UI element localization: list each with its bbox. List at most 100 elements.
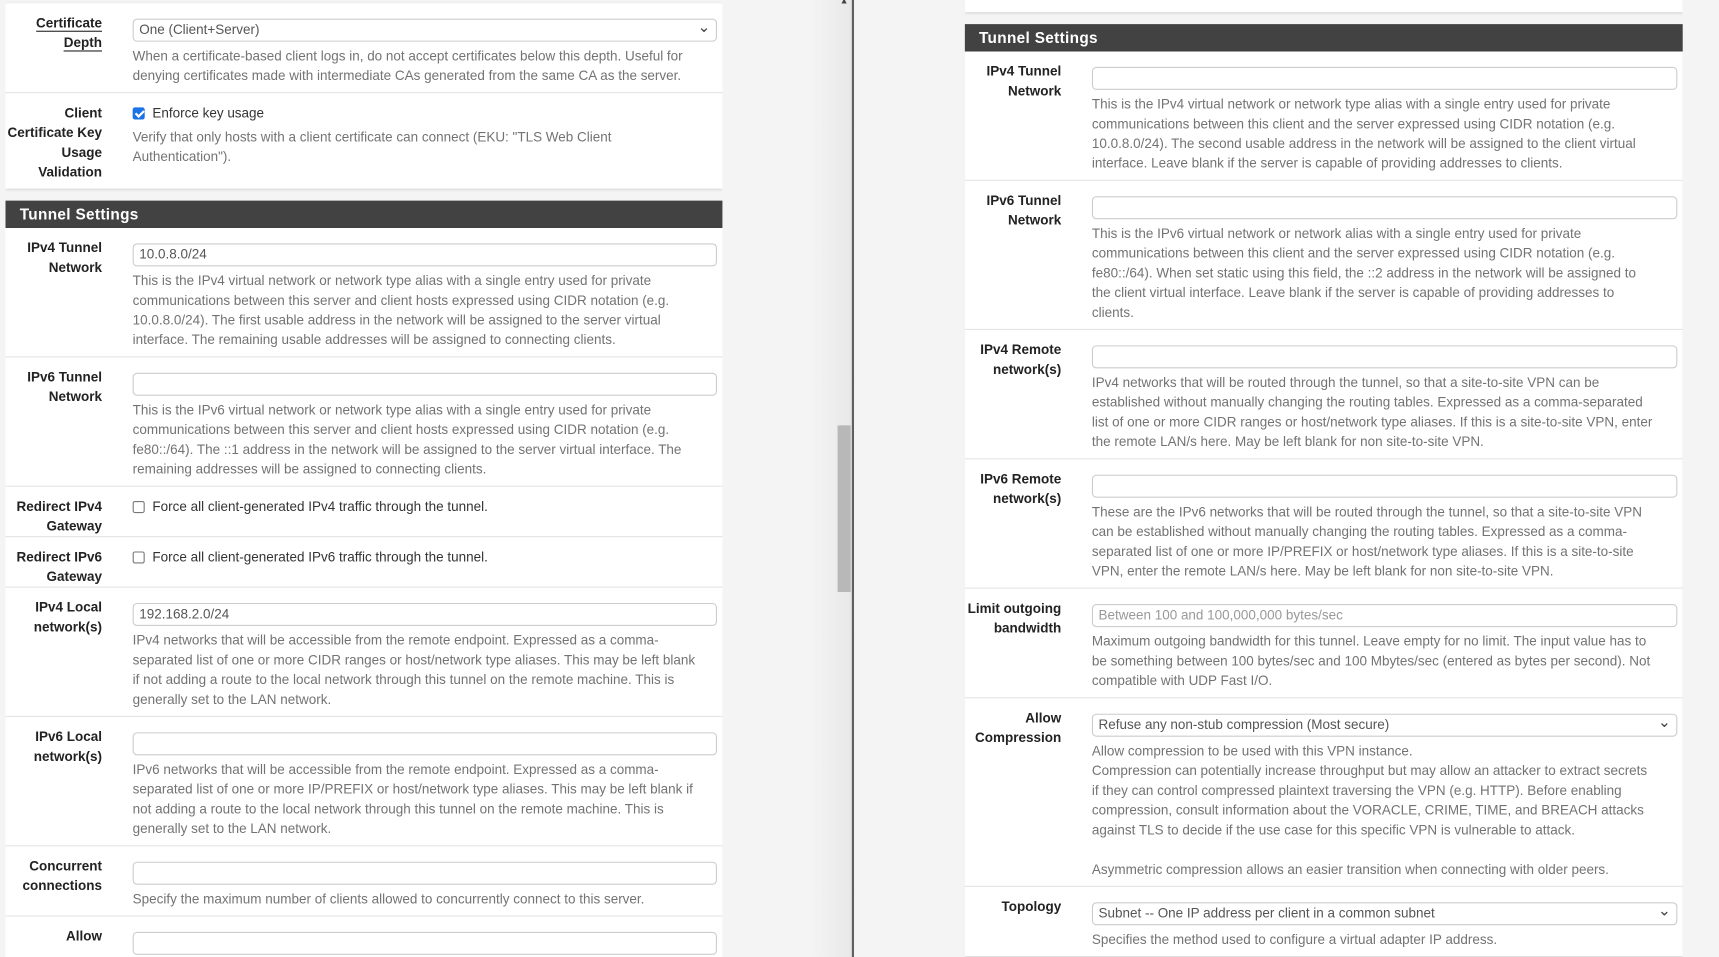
help-text: Verify that only hosts with a client cer… bbox=[133, 127, 717, 166]
concurrent-connections-input[interactable] bbox=[132, 861, 717, 885]
help-line: compatible with UDP Fast I/O. bbox=[1091, 673, 1273, 689]
help-text: When a certificate-based client logs in,… bbox=[133, 46, 717, 85]
field-label[interactable]: Certificate Depth bbox=[5, 13, 102, 85]
label-line: connections bbox=[22, 878, 102, 894]
form-row-certificate-depth: Certificate Depth One (Client+Server) ⌄ When… bbox=[5, 3, 722, 92]
label-line: Usage bbox=[61, 144, 102, 161]
scroll-up-arrow-icon[interactable]: ▲ bbox=[840, 0, 849, 5]
form-row-topology: Topology Subnet -- One IP address per cli… bbox=[964, 885, 1683, 956]
help-line: Asymmetric compression allows an easier … bbox=[1091, 861, 1609, 878]
allow-compression-select[interactable]: Refuse any non-stub compression (Most se… bbox=[1091, 712, 1678, 737]
help-line: Maximum outgoing bandwidth for this tunn… bbox=[1091, 633, 1647, 650]
split-divider[interactable] bbox=[851, 0, 855, 957]
help-line: IPv6 networks that will be accessible fr… bbox=[132, 761, 659, 778]
label-line: Validation bbox=[38, 164, 102, 180]
label-line: Depth bbox=[63, 35, 102, 52]
help-line: 10.0.8.0/24). The first usable address i… bbox=[132, 312, 661, 328]
left-top-panel: Certificate Depth One (Client+Server) ⌄ When… bbox=[5, 3, 723, 189]
client-certificate-key-usage-validation-checkbox[interactable]: Enforce key usage bbox=[132, 103, 717, 123]
help-line: can be established without manually chan… bbox=[1091, 524, 1627, 540]
field-control: 10.0.8.0/24 This is the IPv4 virtual netw… bbox=[132, 243, 717, 350]
field-control: One (Client+Server) ⌄ When a certificate-b… bbox=[132, 18, 717, 86]
help-line: communications between this server and c… bbox=[132, 292, 670, 309]
chevron-down-icon: ⌄ bbox=[1657, 712, 1671, 731]
label-line: IPv6 Remote bbox=[980, 471, 1062, 487]
help-line: Authentication"). bbox=[132, 149, 232, 165]
label-line: IPv6 Tunnel bbox=[986, 192, 1062, 209]
field-control: IPv6 networks that will be accessible fr… bbox=[132, 732, 717, 838]
label-line: network(s) bbox=[33, 619, 102, 635]
help-line: the client virtual interface. Leave blan… bbox=[1091, 285, 1615, 301]
redirect-ipv6-gateway-checkbox[interactable]: Force all client-generated IPv6 traffic … bbox=[132, 547, 717, 567]
label-line: Gateway bbox=[46, 568, 102, 585]
help-text: IPv4 networks that will be accessible fr… bbox=[133, 630, 717, 709]
help-line: Specify the maximum number of clients al… bbox=[132, 891, 645, 907]
limit-outgoing-bandwidth-input[interactable]: Between 100 and 100,000,000 bytes/sec bbox=[1091, 604, 1678, 628]
label-line: IPv4 Tunnel bbox=[986, 63, 1062, 79]
ipv4-tunnel-network-input[interactable]: 10.0.8.0/24 bbox=[132, 243, 717, 267]
help-line: generally set to the LAN network. bbox=[132, 821, 332, 837]
field-label: Limit outgoing bandwidth bbox=[965, 599, 1062, 691]
help-line: Compression can potentially increase thr… bbox=[1091, 763, 1648, 779]
field-control: This is the IPv6 virtual network or netw… bbox=[1091, 196, 1678, 322]
ipv4-tunnel-network-input[interactable] bbox=[1091, 66, 1678, 90]
form-row-limit-outgoing-bandwidth: Limit outgoing bandwidth Between 100 and 1… bbox=[964, 587, 1683, 698]
field-control: 192.168.2.0/24 IPv4 networks that will be… bbox=[132, 602, 717, 709]
ipv6-tunnel-network-input[interactable] bbox=[1091, 196, 1678, 220]
help-line: if not adding a route to the local netwo… bbox=[132, 672, 675, 688]
checkbox-icon[interactable] bbox=[132, 500, 145, 513]
help-line: generally set to the LAN network. bbox=[132, 691, 332, 708]
field-label: IPv6 Local network(s) bbox=[5, 727, 102, 839]
right-top-panel: Validation bbox=[964, 0, 1683, 13]
form-row-ipv6-tunnel-network: IPv6 Tunnel Network This is the IPv6 virtu… bbox=[5, 356, 723, 485]
right-pane: Validation Tunnel Settings IPv4 Tunnel Ne… bbox=[964, 0, 1683, 957]
checkbox-icon[interactable] bbox=[132, 106, 145, 119]
label-line: Concurrent bbox=[29, 858, 102, 874]
field-label: Redirect IPv4 Gateway bbox=[5, 497, 102, 536]
ipv4-remote-network-s-input[interactable] bbox=[1091, 345, 1678, 369]
help-line: These are the IPv6 networks that will be… bbox=[1091, 504, 1642, 520]
help-line: Specifies the method used to configure a… bbox=[1091, 931, 1498, 948]
help-line: against TLS to decide if the use case fo… bbox=[1091, 822, 1575, 838]
ipv6-remote-network-s-input[interactable] bbox=[1091, 474, 1678, 498]
help-line: be something between 100 bytes/sec and 1… bbox=[1091, 653, 1651, 669]
form-row-ipv6-local-network-s: IPv6 Local network(s) IPv6 networks that w… bbox=[5, 715, 723, 845]
form-row-allow-compression: Allow Compression Refuse any non-stub comp… bbox=[964, 697, 1683, 886]
help-text: Specifies the method used to configure a… bbox=[1092, 930, 1677, 950]
form-row-ipv4-tunnel-network: IPv4 Tunnel Network This is the IPv4 virtu… bbox=[965, 52, 1683, 180]
field-control: IPv4 networks that will be routed throug… bbox=[1091, 345, 1678, 451]
help-line: separated list of one or more IP/PREFIX … bbox=[132, 781, 693, 798]
label-line: network(s) bbox=[993, 361, 1062, 378]
checkbox-icon[interactable] bbox=[132, 550, 145, 563]
help-text: Specify the maximum number of clients al… bbox=[133, 889, 717, 909]
help-line: compression, consult information about t… bbox=[1091, 802, 1644, 818]
field-label: IPv4 Remote network(s) bbox=[965, 340, 1061, 452]
help-line: communications between this client and t… bbox=[1091, 245, 1615, 261]
help-line: the remote LAN/s here. May be left blank… bbox=[1091, 434, 1484, 450]
field-label: Client Certificate Key Usage Validation bbox=[5, 103, 102, 182]
help-line: separated list of one or more CIDR range… bbox=[132, 652, 696, 668]
field-label: Allow bbox=[5, 926, 102, 955]
help-line: This is the IPv6 virtual network or netw… bbox=[132, 402, 652, 418]
form-row-ipv4-remote-network-s: IPv4 Remote network(s) IPv4 networks that … bbox=[964, 328, 1683, 458]
certificate-depth-select[interactable]: One (Client+Server) ⌄ bbox=[132, 18, 717, 42]
field-control: Between 100 and 100,000,000 bytes/sec Max… bbox=[1091, 604, 1678, 691]
field-control: Specify the maximum number of clients al… bbox=[132, 861, 717, 909]
ipv6-local-network-s-input[interactable] bbox=[132, 732, 717, 756]
allow-input[interactable] bbox=[132, 931, 717, 955]
field-label: IPv4 Local network(s) bbox=[5, 597, 102, 709]
help-line: separated list of one or more IP/PREFIX … bbox=[1091, 543, 1634, 560]
scrollbar-thumb[interactable] bbox=[837, 425, 851, 593]
help-line: fe80::/64). The ::1 address in the netwo… bbox=[132, 441, 682, 458]
topology-select[interactable]: Subnet -- One IP address per client in a… bbox=[1091, 901, 1678, 926]
help-text: This is the IPv4 virtual network or netw… bbox=[133, 271, 717, 350]
ipv6-tunnel-network-input[interactable] bbox=[132, 372, 717, 396]
label-line: Topology bbox=[1001, 898, 1062, 915]
field-control: Force all client-generated IPv6 traffic … bbox=[132, 549, 717, 587]
help-line: interface. Leave blank if the server is … bbox=[1091, 155, 1563, 172]
label-line: Network bbox=[48, 389, 102, 405]
ipv4-local-network-s-input[interactable]: 192.168.2.0/24 bbox=[132, 602, 717, 626]
help-line: This is the IPv4 virtual network or netw… bbox=[132, 272, 652, 289]
redirect-ipv4-gateway-checkbox[interactable]: Force all client-generated IPv4 traffic … bbox=[132, 497, 717, 517]
help-line: denying certificates made with intermedi… bbox=[132, 67, 682, 84]
